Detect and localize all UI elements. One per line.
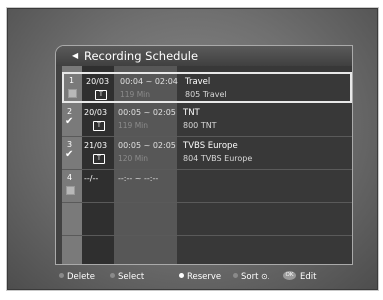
row-date: --/-- bbox=[84, 174, 99, 183]
row-duration: 119 Min bbox=[120, 90, 151, 99]
row-date: 20/03 bbox=[86, 77, 110, 86]
row-channel-name: Travel bbox=[185, 77, 211, 87]
legend-sort-label: Sort bbox=[241, 272, 259, 282]
button-legend: Delete Select Reserve Sort ⊙. OK Edit bbox=[7, 270, 378, 285]
row-time: 00:05 ~ 02:05 bbox=[118, 141, 176, 150]
schedule-row-3[interactable]: 3 ✔ 21/03 T 00:05 ~ 02:05 120 Min TVBS E… bbox=[62, 138, 352, 170]
panel-title-bar: ◀ Recording Schedule bbox=[56, 46, 352, 66]
white-dot-icon bbox=[179, 273, 184, 278]
grey-dot-icon bbox=[233, 273, 238, 278]
check-icon[interactable]: ✔ bbox=[65, 116, 73, 127]
clock-icon: ⊙ bbox=[258, 272, 268, 281]
row-channel-number: 804 TVBS Europe bbox=[183, 154, 253, 163]
schedule-row-1[interactable]: 1 20/03 T 00:04 ~ 02:04 119 Min Travel 8… bbox=[62, 72, 352, 103]
legend-delete[interactable]: Delete bbox=[59, 270, 95, 284]
row-number: 4 bbox=[67, 173, 73, 182]
ok-button-icon: OK bbox=[283, 271, 296, 280]
row-time: 00:05 ~ 02:05 bbox=[118, 108, 176, 117]
recording-schedule-panel: ◀ Recording Schedule 1 20/03 T 00:04 ~ 0… bbox=[55, 45, 353, 265]
checkbox-icon[interactable] bbox=[66, 186, 75, 195]
legend-edit[interactable]: OK Edit bbox=[283, 270, 316, 284]
row-date: 21/03 bbox=[84, 141, 108, 150]
row-date: 20/03 bbox=[84, 108, 108, 117]
checkbox-icon[interactable] bbox=[68, 89, 77, 98]
legend-reserve-label: Reserve bbox=[187, 272, 222, 282]
legend-sort[interactable]: Sort ⊙. bbox=[233, 270, 270, 285]
timer-icon: T bbox=[93, 121, 105, 131]
row-channel-number: 800 TNT bbox=[183, 121, 217, 130]
legend-select-label: Select bbox=[118, 272, 145, 282]
row-time: --:-- ~ --:-- bbox=[118, 174, 159, 183]
row-number: 1 bbox=[69, 76, 75, 85]
schedule-row-4[interactable]: 4 --/-- --:-- ~ --:-- bbox=[62, 171, 352, 203]
timer-icon: T bbox=[95, 90, 107, 100]
check-icon[interactable]: ✔ bbox=[65, 149, 73, 160]
page-title: Recording Schedule bbox=[84, 49, 199, 63]
schedule-row-empty bbox=[62, 237, 352, 264]
back-arrow-icon[interactable]: ◀ bbox=[72, 46, 78, 66]
row-duration: 119 Min bbox=[118, 121, 149, 130]
grey-dot-icon bbox=[59, 273, 64, 278]
grey-dot-icon bbox=[110, 273, 115, 278]
schedule-row-2[interactable]: 2 ✔ 20/03 T 00:05 ~ 02:05 119 Min TNT 80… bbox=[62, 105, 352, 137]
legend-select[interactable]: Select bbox=[110, 270, 144, 284]
row-time: 00:04 ~ 02:04 bbox=[120, 77, 178, 86]
timer-icon: T bbox=[93, 154, 105, 164]
row-number: 2 bbox=[67, 107, 73, 116]
row-channel-name: TNT bbox=[183, 108, 200, 118]
legend-reserve[interactable]: Reserve bbox=[179, 270, 221, 284]
row-duration: 120 Min bbox=[118, 154, 149, 163]
row-channel-name: TVBS Europe bbox=[183, 141, 238, 151]
legend-delete-label: Delete bbox=[67, 272, 95, 282]
row-number: 3 bbox=[67, 140, 73, 149]
legend-edit-label: Edit bbox=[300, 272, 317, 282]
row-channel-number: 805 Travel bbox=[185, 90, 227, 99]
schedule-row-empty bbox=[62, 204, 352, 236]
tv-screen: ◀ Recording Schedule 1 20/03 T 00:04 ~ 0… bbox=[6, 7, 379, 291]
